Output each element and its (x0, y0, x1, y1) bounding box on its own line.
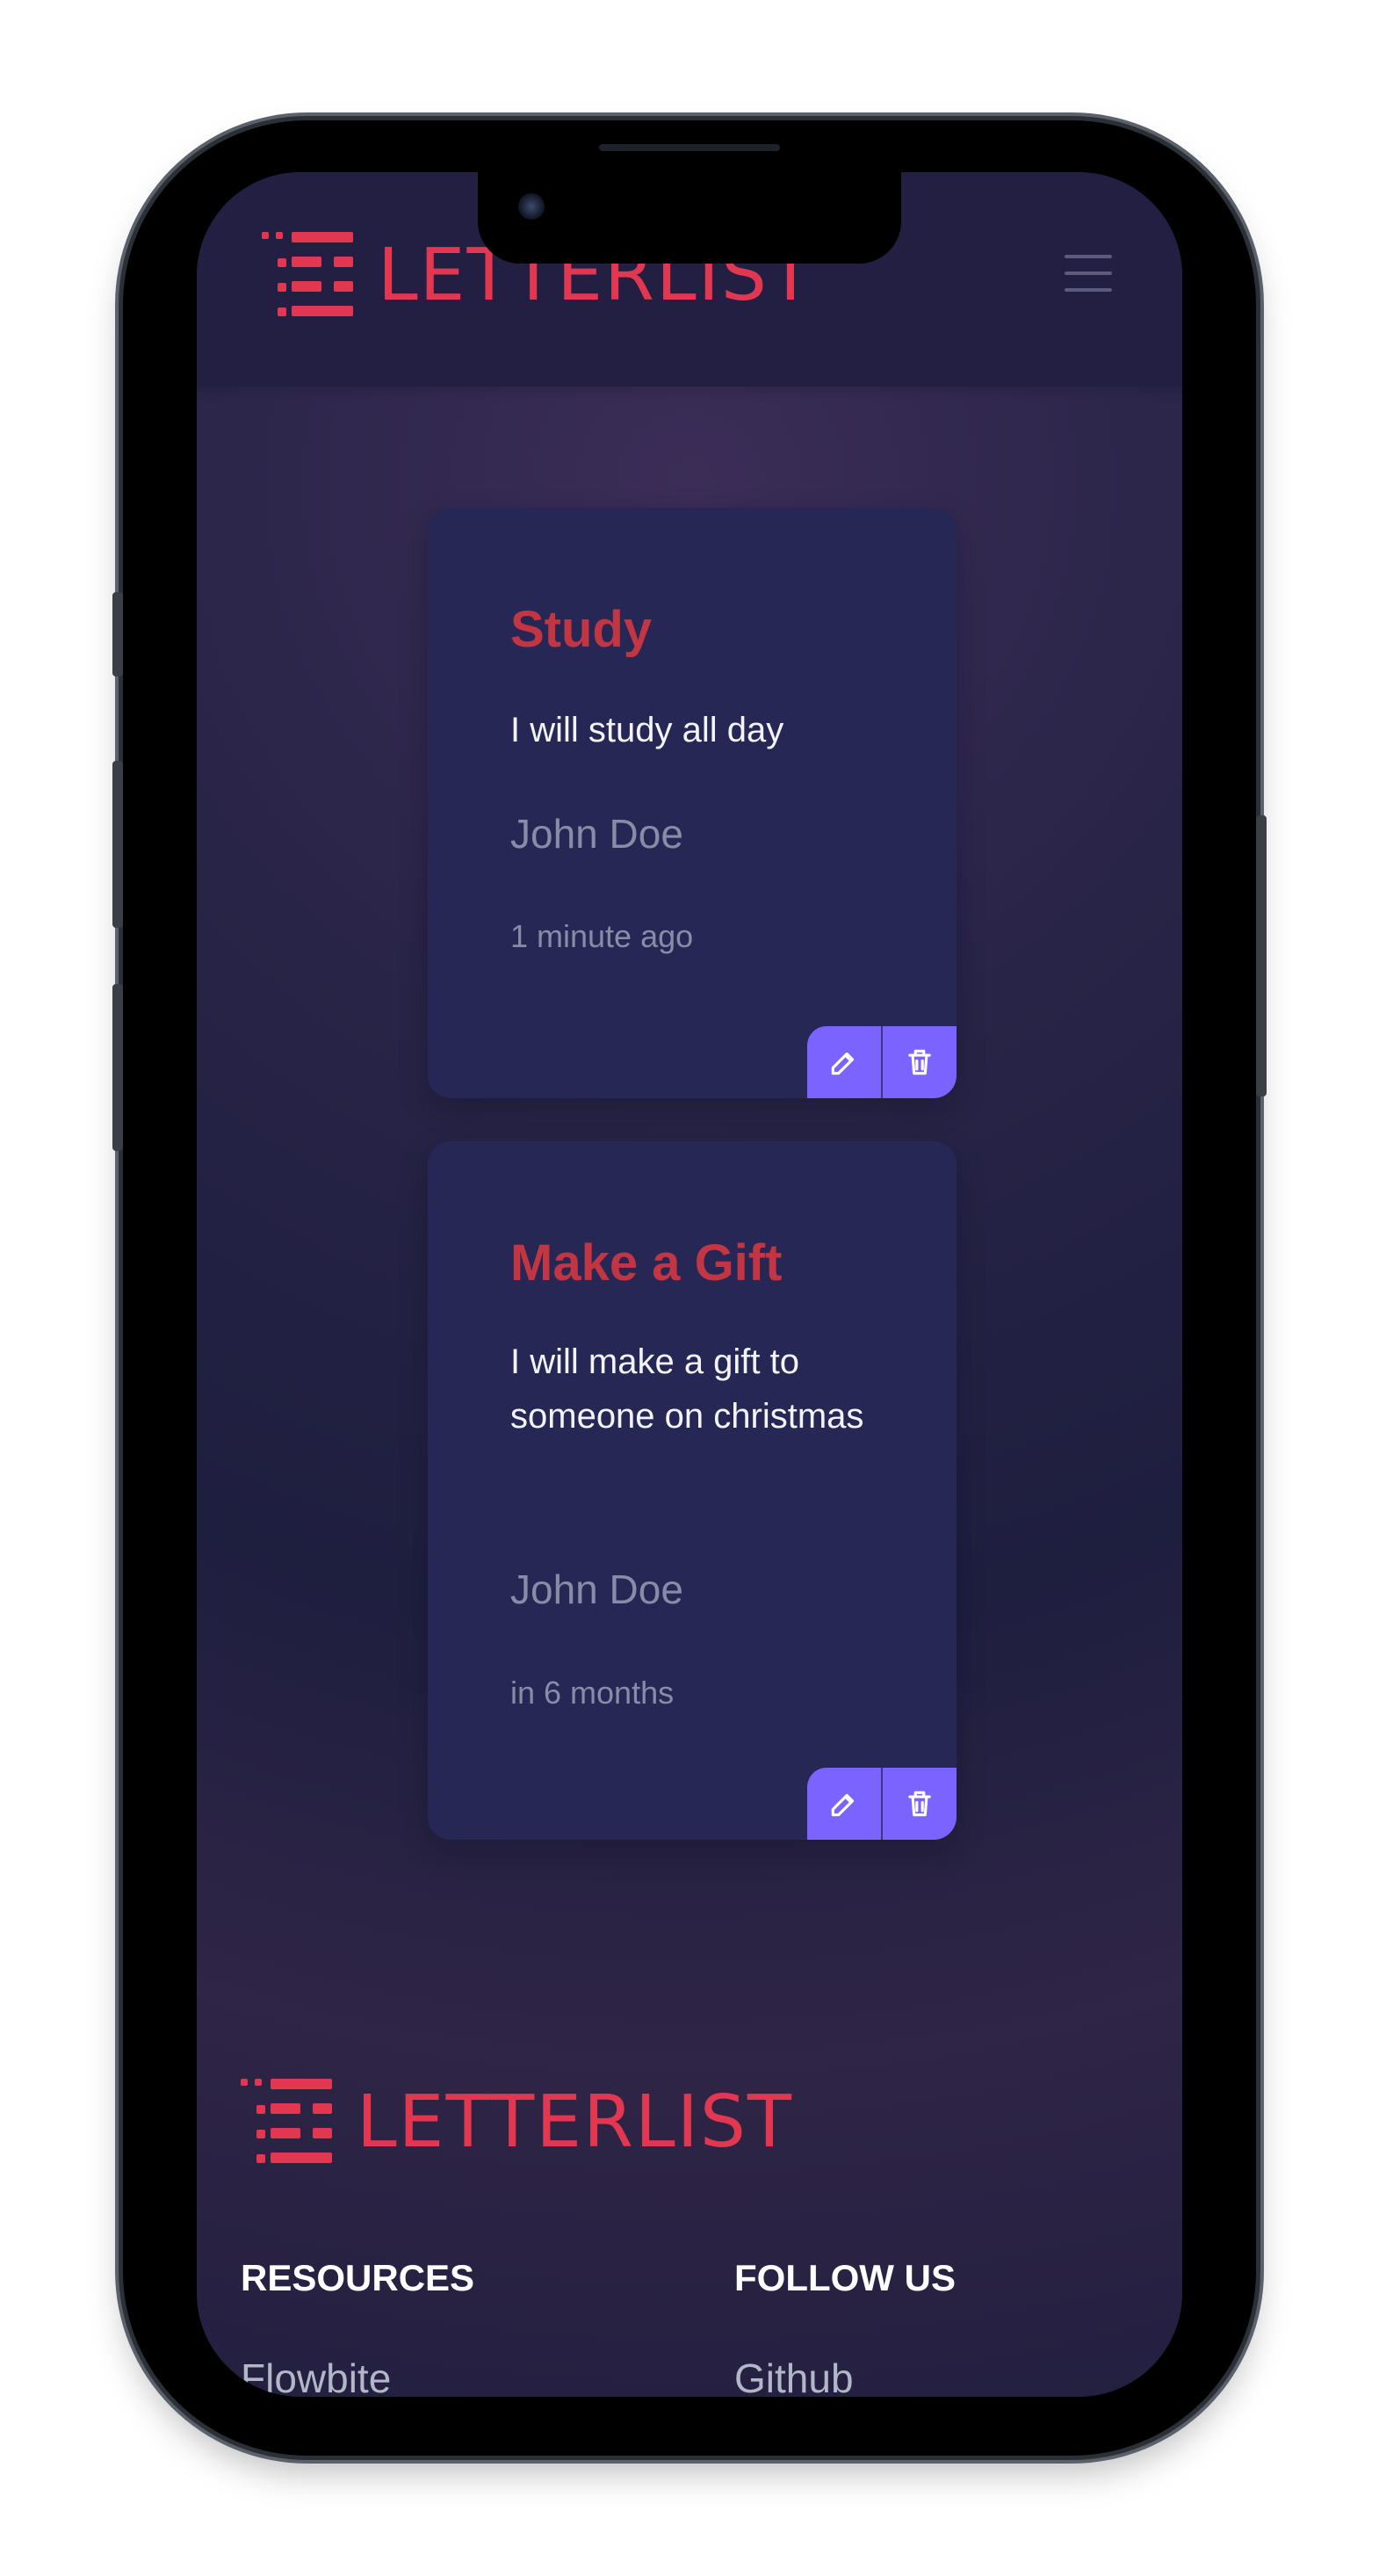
edit-button[interactable] (807, 1768, 881, 1840)
hamburger-menu-icon (1065, 255, 1112, 258)
letter-timestamp: in 6 months (510, 1675, 675, 1711)
menu-button[interactable] (1065, 255, 1112, 292)
edit-button[interactable] (807, 1026, 881, 1098)
phone-notch (478, 172, 901, 264)
trash-icon (908, 1049, 931, 1075)
letterlist-logo-icon (241, 2079, 332, 2163)
letter-card: Make a Gift I will make a gift to someon… (428, 1141, 957, 1840)
delete-button[interactable] (881, 1026, 957, 1098)
hamburger-menu-icon (1065, 288, 1112, 292)
speaker-grille (599, 144, 780, 151)
letter-author: John Doe (510, 811, 683, 857)
mute-button (112, 592, 123, 677)
edit-icon (831, 1793, 855, 1817)
letterlist-logo-icon (262, 232, 353, 316)
screen: LETTERLIST Study I will study all day Jo… (197, 172, 1182, 2397)
footer-heading-follow-us: FOLLOW US (734, 2257, 956, 2298)
trash-icon (908, 1791, 931, 1817)
delete-button[interactable] (881, 1768, 957, 1840)
letter-author: John Doe (510, 1567, 683, 1612)
volume-up-button (112, 761, 123, 928)
footer-heading-resources: RESOURCES (241, 2257, 475, 2298)
hamburger-menu-icon (1065, 271, 1112, 275)
footer-link-github[interactable]: Github (734, 2358, 854, 2397)
letter-title: Make a Gift (510, 1234, 783, 1292)
letter-title: Study (510, 601, 653, 658)
volume-down-button (112, 984, 123, 1151)
footer-link-flowbite[interactable]: Flowbite (241, 2358, 391, 2397)
camera-icon (518, 193, 545, 220)
letter-actions (807, 1768, 957, 1840)
letter-body: I will study all day (510, 711, 784, 749)
edit-icon (831, 1052, 855, 1075)
footer-brand-name: LETTERLIST (357, 2080, 794, 2164)
letter-card: Study I will study all day John Doe 1 mi… (428, 508, 957, 1098)
footer-logo[interactable]: LETTERLIST (241, 2077, 793, 2168)
power-button (1256, 815, 1267, 1096)
letter-actions (807, 1026, 957, 1098)
letter-timestamp: 1 minute ago (510, 918, 694, 954)
letter-body: I will make a gift to someone on christm… (510, 1342, 864, 1436)
